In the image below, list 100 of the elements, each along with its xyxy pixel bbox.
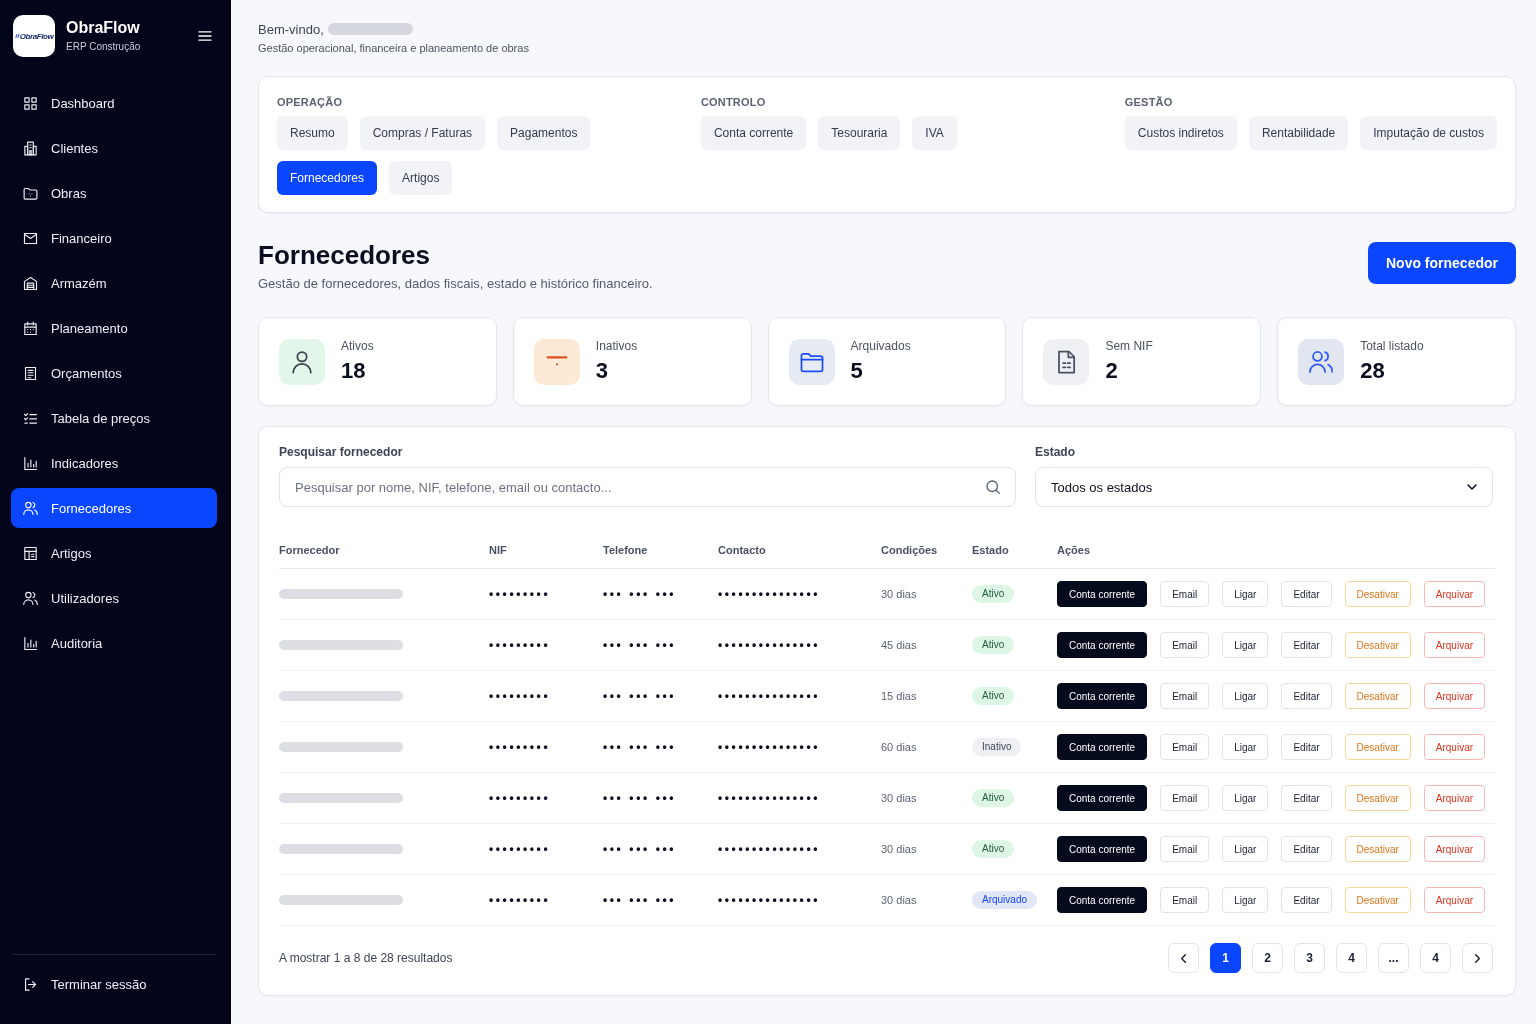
row-action-button[interactable]: Conta corrente (1057, 632, 1148, 658)
column-header: Telefone (603, 544, 648, 556)
sidebar-item[interactable]: Artigos (11, 533, 217, 573)
stat-value: 28 (1360, 358, 1385, 384)
payment-terms: 30 dias (881, 588, 917, 600)
module-tab[interactable]: Tesouraria (818, 116, 901, 150)
row-action-button[interactable]: Conta corrente (1057, 734, 1148, 760)
previous-page-button[interactable] (1168, 943, 1199, 973)
masked-phone: ••• ••• ••• (603, 842, 677, 856)
module-tab[interactable]: Pagamentos (497, 116, 591, 150)
page-button[interactable]: ... (1378, 943, 1409, 973)
greeting-text: Bem-vindo, (258, 21, 324, 37)
masked-nif: ••••••••• (489, 689, 551, 703)
row-action-button[interactable]: Email (1160, 581, 1210, 607)
row-action-button[interactable]: Conta corrente (1057, 887, 1148, 913)
stat-value: 3 (595, 358, 609, 384)
page-button[interactable]: 1 (1210, 943, 1241, 973)
sidebar-item[interactable]: Obras (11, 173, 217, 213)
row-action-button[interactable]: Conta corrente (1057, 836, 1148, 862)
row-action-button[interactable]: Arquivar (1423, 581, 1486, 607)
stat-label: Inativos (595, 339, 638, 354)
sidebar-item[interactable]: Fornecedores (11, 488, 217, 528)
sidebar-item[interactable]: Indicadores (11, 443, 217, 483)
page-subtitle: Gestão de fornecedores, dados fiscais, estado e histórico financeiro. (258, 275, 653, 292)
row-action-button[interactable]: Ligar (1222, 734, 1269, 760)
stat-label: Arquivados (850, 339, 911, 354)
masked-contact: ••••••••••••••• (718, 791, 821, 805)
search-field[interactable]: Pesquisar por nome, NIF, telefone, email ou contacto... (279, 467, 1016, 507)
row-action-button[interactable]: Editar (1281, 683, 1332, 709)
module-tab[interactable]: Conta corrente (700, 116, 807, 150)
module-tab[interactable]: Resumo (277, 116, 348, 150)
sidebar-item[interactable]: Tabela de preços (11, 398, 217, 438)
module-tab[interactable]: Artigos (389, 161, 453, 195)
module-tab[interactable]: Compras / Faturas (359, 116, 486, 150)
payment-terms: 30 dias (881, 792, 917, 804)
sidebar-item[interactable]: Planeamento (11, 308, 217, 348)
row-action-button[interactable]: Editar (1281, 785, 1332, 811)
module-tab[interactable]: Custos indiretos (1124, 116, 1237, 150)
row-action-button[interactable]: Arquivar (1423, 887, 1486, 913)
next-page-button[interactable] (1462, 943, 1493, 973)
row-action-button[interactable]: Email (1160, 683, 1210, 709)
group-title: OPERAÇÃO (277, 95, 343, 109)
column-header: Condições (881, 544, 938, 556)
row-action-button[interactable]: Email (1160, 887, 1210, 913)
slash-mark-icon (14, 33, 20, 39)
row-action-button[interactable]: Conta corrente (1057, 581, 1148, 607)
page-button[interactable]: 3 (1294, 943, 1325, 973)
sidebar-item[interactable]: Armazém (11, 263, 217, 303)
page-button[interactable]: 2 (1252, 943, 1283, 973)
new-supplier-button[interactable]: Novo fornecedor (1368, 242, 1516, 284)
app-subtitle: ERP Construção (66, 40, 142, 54)
row-action-button[interactable]: Email (1160, 836, 1210, 862)
row-action-button[interactable]: Ligar (1222, 632, 1269, 658)
row-action-button[interactable]: Editar (1281, 836, 1332, 862)
module-tab[interactable]: Fornecedores (277, 161, 378, 195)
row-action-button[interactable]: Editar (1281, 887, 1332, 913)
row-action-button[interactable]: Ligar (1222, 887, 1269, 913)
status-select[interactable]: Todos os estados (1035, 467, 1493, 507)
row-action-button[interactable]: Arquivar (1423, 734, 1486, 760)
row-action-button[interactable]: Arquivar (1423, 632, 1486, 658)
sidebar-item[interactable]: Utilizadores (11, 578, 217, 618)
sidebar-item[interactable]: Auditoria (11, 623, 217, 663)
module-tab[interactable]: IVA (912, 116, 957, 150)
results-summary: A mostrar 1 a 8 de 28 resultados (279, 951, 453, 965)
module-tab[interactable]: Rentabilidade (1248, 116, 1349, 150)
sidebar-item[interactable]: Clientes (11, 128, 217, 168)
warehouse-icon (22, 274, 39, 292)
page-button[interactable]: 4 (1336, 943, 1367, 973)
masked-nif: ••••••••• (489, 893, 551, 907)
masked-nif: ••••••••• (489, 842, 551, 856)
masked-contact: ••••••••••••••• (718, 587, 821, 601)
page-title: Fornecedores (258, 239, 430, 271)
masked-contact: ••••••••••••••• (718, 893, 821, 907)
row-action-button[interactable]: Editar (1281, 581, 1332, 607)
row-action-button[interactable]: Arquivar (1423, 683, 1486, 709)
row-action-button[interactable]: Ligar (1222, 785, 1269, 811)
masked-contact: ••••••••••••••• (718, 638, 821, 652)
column-header: Contacto (718, 544, 766, 556)
logo-wordmark: ObraFlow (19, 31, 54, 41)
logout-button[interactable]: Terminar sessão (13, 964, 217, 1004)
row-action-button[interactable]: Arquivar (1423, 836, 1486, 862)
row-action-button[interactable]: Email (1160, 632, 1210, 658)
row-action-button[interactable]: Conta corrente (1057, 785, 1148, 811)
row-action-button[interactable]: Ligar (1222, 683, 1269, 709)
stat-label: Ativos (341, 339, 374, 354)
stat-value: 18 (341, 358, 366, 384)
sidebar-item[interactable]: Financeiro (11, 218, 217, 258)
row-action-button[interactable]: Ligar (1222, 581, 1269, 607)
row-action-button[interactable]: Editar (1281, 734, 1332, 760)
module-tab[interactable]: Imputação de custos (1360, 116, 1497, 150)
sidebar-item[interactable]: Orçamentos (11, 353, 217, 393)
row-action-button[interactable]: Email (1160, 734, 1210, 760)
row-action-button[interactable]: Arquivar (1423, 785, 1486, 811)
sidebar-item[interactable]: Dashboard (11, 83, 217, 123)
bar-chart-icon (22, 454, 39, 472)
row-action-button[interactable]: Editar (1281, 632, 1332, 658)
row-action-button[interactable]: Email (1160, 785, 1210, 811)
page-button[interactable]: 4 (1420, 943, 1451, 973)
row-action-button[interactable]: Ligar (1222, 836, 1269, 862)
row-action-button[interactable]: Conta corrente (1057, 683, 1148, 709)
